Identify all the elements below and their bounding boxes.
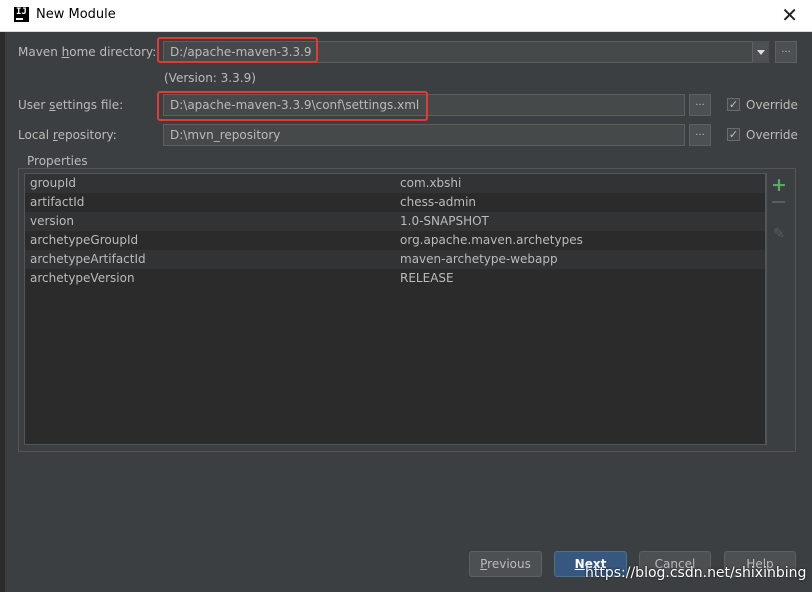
property-key: version [30, 214, 74, 228]
maven-home-browse-button[interactable]: ... [775, 41, 797, 63]
property-key: artifactId [30, 195, 85, 209]
property-key: archetypeArtifactId [30, 252, 146, 266]
table-row[interactable]: version 1.0-SNAPSHOT [25, 212, 765, 231]
maven-home-label: Maven home directory: [18, 45, 157, 59]
property-value: 1.0-SNAPSHOT [400, 214, 489, 228]
property-value: org.apache.maven.archetypes [400, 233, 583, 247]
maven-version-text: (Version: 3.3.9) [164, 71, 256, 85]
properties-toolbar [766, 173, 792, 445]
property-value: com.xbshi [400, 176, 462, 190]
table-row[interactable]: archetypeGroupId org.apache.maven.archet… [25, 231, 765, 250]
user-settings-field[interactable]: D:\apache-maven-3.3.9\conf\settings.xml [163, 94, 685, 116]
local-repository-value: D:\mvn_repository [170, 128, 281, 142]
override-settings-label: Override [746, 98, 798, 112]
plus-icon[interactable]: + [771, 175, 787, 195]
user-settings-browse-button[interactable]: ... [689, 94, 711, 116]
property-key: archetypeGroupId [30, 233, 139, 247]
property-value: RELEASE [400, 271, 454, 285]
window-title: New Module [36, 7, 116, 22]
maven-home-value: D:/apache-maven-3.3.9 [170, 45, 312, 59]
override-repo-checkbox[interactable]: ✓ [727, 128, 740, 141]
table-row[interactable]: groupId com.xbshi [25, 174, 765, 193]
background-window-edge [0, 32, 5, 592]
table-row[interactable]: artifactId chess-admin [25, 193, 765, 212]
override-repo-label: Override [746, 128, 798, 142]
intellij-logo-icon: IJ [14, 7, 29, 22]
table-row[interactable]: archetypeArtifactId maven-archetype-weba… [25, 250, 765, 269]
local-repository-label: Local repository: [18, 128, 117, 142]
maven-home-combobox[interactable]: D:/apache-maven-3.3.9 [163, 41, 769, 63]
local-repository-browse-button[interactable]: ... [689, 124, 711, 146]
property-value: maven-archetype-webapp [400, 252, 558, 266]
properties-title: Properties [24, 154, 91, 168]
title-bar: IJ New Module ✕ [0, 0, 812, 32]
property-key: groupId [30, 176, 77, 190]
override-settings-checkbox[interactable]: ✓ [727, 98, 740, 111]
user-settings-value: D:\apache-maven-3.3.9\conf\settings.xml [170, 98, 420, 112]
properties-table[interactable]: groupId com.xbshi artifactId chess-admin… [24, 173, 766, 445]
watermark-text: https://blog.csdn.net/shixinbing [585, 565, 807, 581]
property-key: archetypeVersion [30, 271, 135, 285]
pencil-icon[interactable]: ✎ [773, 226, 785, 242]
minus-icon[interactable] [772, 201, 785, 203]
local-repository-field[interactable]: D:\mvn_repository [163, 124, 685, 146]
previous-button[interactable]: Previous [469, 551, 542, 577]
table-row[interactable]: archetypeVersion RELEASE [25, 269, 765, 288]
close-icon[interactable]: ✕ [781, 3, 798, 27]
chevron-down-icon[interactable] [752, 41, 769, 63]
property-value: chess-admin [400, 195, 477, 209]
user-settings-label: User settings file: [18, 98, 124, 112]
